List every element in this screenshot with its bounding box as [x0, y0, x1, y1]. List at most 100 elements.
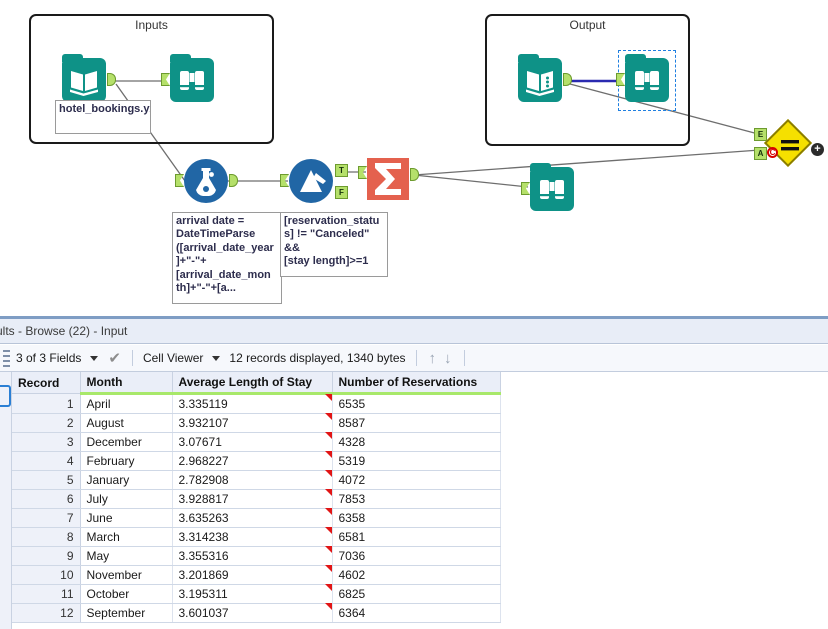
cell-month[interactable]: January: [80, 470, 173, 490]
cell-record[interactable]: 6: [12, 489, 81, 509]
cell-number-of-reservations[interactable]: 4328: [332, 432, 501, 452]
results-titlebar[interactable]: sults - Browse (22) - Input: [0, 319, 828, 344]
filter-funnel-icon: [289, 159, 333, 203]
cell-record[interactable]: 9: [12, 546, 81, 566]
cell-number-of-reservations[interactable]: 8587: [332, 413, 501, 433]
add-badge[interactable]: +: [811, 143, 824, 156]
cell-month[interactable]: May: [80, 546, 173, 566]
cell-month[interactable]: June: [80, 508, 173, 528]
column-header-number-of-reservations[interactable]: Number of Reservations: [332, 372, 501, 395]
formula-tool[interactable]: [175, 159, 238, 203]
table-row[interactable]: 6 July 3.928817 7853: [12, 488, 501, 509]
table-row[interactable]: 12 September 3.601037 6364: [12, 602, 501, 623]
cell-record[interactable]: 2: [12, 413, 81, 433]
results-grid[interactable]: Record Month Average Length of Stay Numb…: [0, 372, 828, 629]
cell-average-length-of-stay[interactable]: 2.782908: [172, 469, 333, 490]
cell-number-of-reservations[interactable]: 4072: [332, 470, 501, 490]
cell-month[interactable]: December: [80, 432, 173, 452]
cell-average-length-of-stay[interactable]: 3.335119: [172, 392, 333, 414]
cell-number-of-reservations[interactable]: 6535: [332, 393, 501, 414]
results-panel: sults - Browse (22) - Input 3 of 3 Field…: [0, 316, 828, 629]
compare-badge: C: [767, 147, 778, 158]
fields-chevron-down-icon[interactable]: [90, 355, 99, 361]
table-row[interactable]: 8 March 3.314238 6581: [12, 526, 501, 547]
table-row[interactable]: 9 May 3.355316 7036: [12, 545, 501, 566]
cell-month[interactable]: October: [80, 584, 173, 604]
table-row[interactable]: 7 June 3.635263 6358: [12, 507, 501, 528]
cell-month[interactable]: November: [80, 565, 173, 585]
column-header-month[interactable]: Month: [80, 372, 173, 395]
cell-number-of-reservations[interactable]: 5319: [332, 451, 501, 471]
records-displayed-label: 12 records displayed, 1340 bytes: [229, 351, 406, 365]
expected-input-anchor[interactable]: E: [754, 128, 767, 141]
cell-number-of-reservations[interactable]: 6364: [332, 603, 501, 623]
scroll-down-icon[interactable]: ↓: [444, 350, 452, 367]
cell-number-of-reservations[interactable]: 6825: [332, 584, 501, 604]
cell-viewer-chevron-down-icon[interactable]: [212, 355, 221, 361]
open-book-icon: [526, 71, 554, 96]
summarize-tool[interactable]: [358, 158, 419, 200]
results-toolbar[interactable]: 3 of 3 Fields ✔ Cell Viewer 12 records d…: [0, 345, 828, 372]
cell-average-length-of-stay[interactable]: 3.195311: [172, 583, 333, 604]
input-data-tool-output[interactable]: [518, 54, 572, 102]
cell-record[interactable]: 12: [12, 603, 81, 623]
check-icon[interactable]: ✔: [108, 349, 121, 367]
cell-month[interactable]: September: [80, 603, 173, 623]
browse-tool-inputs[interactable]: [161, 54, 214, 102]
cell-record[interactable]: 7: [12, 508, 81, 528]
column-header-average-length-of-stay[interactable]: Average Length of Stay: [172, 372, 333, 395]
cell-month[interactable]: February: [80, 451, 173, 471]
toolbar-grip[interactable]: [0, 345, 14, 372]
cell-average-length-of-stay[interactable]: 3.07671: [172, 431, 333, 452]
scroll-up-icon[interactable]: ↑: [429, 350, 437, 367]
table-row[interactable]: 4 February 2.968227 5319: [12, 450, 501, 471]
browse-tool-output[interactable]: [616, 54, 669, 102]
cell-average-length-of-stay[interactable]: 2.968227: [172, 450, 333, 471]
cell-average-length-of-stay[interactable]: 3.201869: [172, 564, 333, 585]
fields-selector-label[interactable]: 3 of 3 Fields: [14, 351, 83, 365]
cell-average-length-of-stay[interactable]: 3.601037: [172, 602, 333, 623]
cell-number-of-reservations[interactable]: 6358: [332, 508, 501, 528]
filter-tool[interactable]: T F: [280, 159, 348, 203]
browse-tool-result[interactable]: [521, 163, 574, 211]
current-row-marker: [0, 385, 11, 407]
table-row[interactable]: 3 December 3.07671 4328: [12, 431, 501, 452]
cell-record[interactable]: 10: [12, 565, 81, 585]
results-table[interactable]: Record Month Average Length of Stay Numb…: [12, 372, 501, 623]
cell-record[interactable]: 8: [12, 527, 81, 547]
input-data-tool-inputs[interactable]: [62, 54, 116, 102]
cell-record[interactable]: 3: [12, 432, 81, 452]
cell-month[interactable]: March: [80, 527, 173, 547]
table-row[interactable]: 2 August 3.932107 8587: [12, 412, 501, 433]
cell-number-of-reservations[interactable]: 6581: [332, 527, 501, 547]
cell-record[interactable]: 1: [12, 393, 81, 414]
cell-record[interactable]: 11: [12, 584, 81, 604]
table-row[interactable]: 5 January 2.782908 4072: [12, 469, 501, 490]
binoculars-icon: [634, 71, 660, 90]
actual-input-anchor[interactable]: A: [754, 147, 767, 160]
cell-average-length-of-stay[interactable]: 3.932107: [172, 412, 333, 433]
workflow-canvas[interactable]: Inputs Output hotel_bookings.yxdb: [0, 0, 828, 316]
table-row[interactable]: 11 October 3.195311 6825: [12, 583, 501, 604]
column-header-record[interactable]: Record: [12, 372, 81, 394]
cell-average-length-of-stay[interactable]: 3.314238: [172, 526, 333, 547]
cell-month[interactable]: July: [80, 489, 173, 509]
cell-viewer-label[interactable]: Cell Viewer: [141, 351, 205, 365]
filter-true-anchor[interactable]: T: [335, 164, 348, 177]
cell-number-of-reservations[interactable]: 7853: [332, 489, 501, 509]
cell-average-length-of-stay[interactable]: 3.635263: [172, 507, 333, 528]
cell-month[interactable]: August: [80, 413, 173, 433]
filter-false-anchor[interactable]: F: [335, 186, 348, 199]
cell-record[interactable]: 5: [12, 470, 81, 490]
cell-record[interactable]: 4: [12, 451, 81, 471]
cell-average-length-of-stay[interactable]: 3.355316: [172, 545, 333, 566]
table-row[interactable]: 1 April 3.335119 6535: [12, 392, 501, 414]
filter-annotation: [reservation_statu s] != "Canceled" && […: [280, 212, 388, 277]
summarize-sigma-icon: [367, 158, 409, 200]
cell-average-length-of-stay[interactable]: 3.928817: [172, 488, 333, 509]
row-selector-column[interactable]: [0, 372, 12, 629]
cell-number-of-reservations[interactable]: 4602: [332, 565, 501, 585]
cell-month[interactable]: April: [80, 393, 173, 414]
cell-number-of-reservations[interactable]: 7036: [332, 546, 501, 566]
table-row[interactable]: 10 November 3.201869 4602: [12, 564, 501, 585]
